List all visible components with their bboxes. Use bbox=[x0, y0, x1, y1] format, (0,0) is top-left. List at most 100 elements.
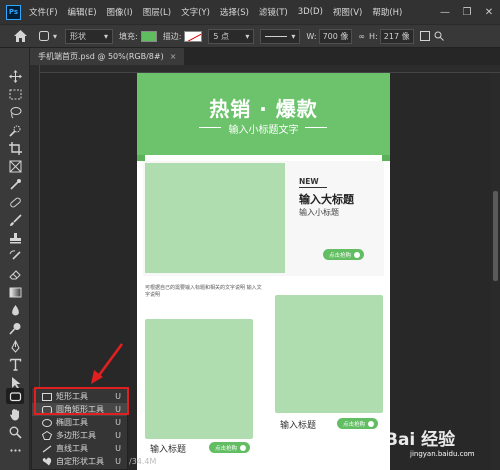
frame-tool-icon[interactable] bbox=[6, 158, 24, 174]
move-tool-icon[interactable] bbox=[6, 68, 24, 84]
shortcut-key: U bbox=[115, 431, 121, 440]
line-icon bbox=[42, 445, 52, 453]
document-tab[interactable]: 手机端首页.psd @ 50%(RGB/8#) × bbox=[30, 48, 185, 65]
dodge-tool-icon[interactable] bbox=[6, 320, 24, 336]
rectangle-tool-icon[interactable] bbox=[6, 388, 24, 404]
width-control[interactable]: W: 700 像 bbox=[306, 28, 353, 44]
minimize-icon[interactable]: — bbox=[434, 0, 456, 24]
more-tools-icon[interactable] bbox=[6, 442, 24, 458]
shape-mode-select[interactable]: 形状 ▾ bbox=[65, 28, 114, 44]
height-label: H: bbox=[369, 31, 378, 41]
menu-filter[interactable]: 滤镜(T) bbox=[259, 6, 288, 18]
fill-control[interactable]: 填充: bbox=[119, 30, 157, 42]
product-image-2 bbox=[275, 295, 383, 413]
tools-panel bbox=[0, 48, 30, 470]
flyout-line-tool[interactable]: 直线工具 U bbox=[32, 442, 127, 455]
menu-select[interactable]: 选择(S) bbox=[220, 6, 249, 18]
menu-view[interactable]: 视图(V) bbox=[333, 6, 362, 18]
feature-card: NEW 输入大标题 输入小标题 点击抢购 bbox=[143, 161, 384, 276]
stroke-size-value: 5 点 bbox=[213, 31, 230, 41]
clone-stamp-tool-icon[interactable] bbox=[6, 230, 24, 246]
ellipse-icon bbox=[42, 418, 52, 427]
gradient-tool-icon[interactable] bbox=[6, 284, 24, 300]
shortcut-key: U bbox=[115, 418, 121, 427]
product-title-2: 输入标题 bbox=[280, 421, 317, 431]
fill-swatch[interactable] bbox=[140, 30, 157, 42]
document-tab-bar: 手机端首页.psd @ 50%(RGB/8#) × bbox=[30, 48, 500, 65]
height-control[interactable]: H: 217 像 bbox=[369, 28, 414, 44]
shortcut-key: U bbox=[115, 457, 121, 466]
document-canvas[interactable]: 热销 · 爆款 输入小标题文字 NEW 输入大标题 输入小标题 点击抢购 可根据… bbox=[137, 73, 390, 470]
flyout-label: 椭圆工具 bbox=[56, 418, 88, 427]
zoom-tool-icon[interactable] bbox=[6, 424, 24, 440]
search-icon[interactable] bbox=[434, 31, 444, 41]
horizontal-ruler[interactable] bbox=[40, 65, 500, 73]
close-tab-icon[interactable]: × bbox=[170, 52, 177, 61]
menu-edit[interactable]: 编辑(E) bbox=[68, 6, 97, 18]
menu-image[interactable]: 图像(I) bbox=[107, 6, 133, 18]
lasso-tool-icon[interactable] bbox=[6, 104, 24, 120]
healing-brush-tool-icon[interactable] bbox=[6, 194, 24, 210]
quick-selection-tool-icon[interactable] bbox=[6, 122, 24, 138]
description-text: 可根据自己的需要输入标题和相关的文字说明 输入文字说明 bbox=[145, 285, 262, 298]
menu-help[interactable]: 帮助(H) bbox=[372, 6, 402, 18]
tool-preset-picker[interactable]: ▾ bbox=[39, 30, 57, 42]
history-brush-tool-icon[interactable] bbox=[6, 248, 24, 264]
width-input[interactable]: 700 像 bbox=[318, 28, 353, 44]
menu-bar: Ps 文件(F) 编辑(E) 图像(I) 图层(L) 文字(Y) 选择(S) 滤… bbox=[0, 0, 500, 24]
feature-cta-button: 点击抢购 bbox=[323, 249, 365, 260]
width-label: W: bbox=[306, 31, 317, 41]
blur-tool-icon[interactable] bbox=[6, 302, 24, 318]
feature-cta-label: 点击抢购 bbox=[329, 252, 352, 259]
brush-tool-icon[interactable] bbox=[6, 212, 24, 228]
scrollbar-thumb[interactable] bbox=[493, 191, 498, 281]
menu-layer[interactable]: 图层(L) bbox=[143, 6, 171, 18]
document-tab-title: 手机端首页.psd @ 50%(RGB/8#) bbox=[38, 52, 164, 61]
vertical-scrollbar[interactable] bbox=[491, 73, 500, 470]
path-ops-icon[interactable] bbox=[419, 31, 430, 41]
feature-title: 输入大标题 bbox=[299, 193, 354, 206]
stroke-swatch[interactable] bbox=[184, 30, 203, 42]
stroke-control[interactable]: 描边: bbox=[163, 30, 203, 42]
eraser-tool-icon[interactable] bbox=[6, 266, 24, 282]
annotation-arrow-icon bbox=[91, 343, 124, 384]
banner-divider-right bbox=[305, 127, 327, 128]
menu-type[interactable]: 文字(Y) bbox=[181, 6, 210, 18]
height-input[interactable]: 217 像 bbox=[379, 28, 414, 44]
restore-icon[interactable]: ❐ bbox=[456, 0, 478, 24]
product-cta-label-1: 点击抢购 bbox=[215, 445, 238, 452]
product-cta-button-1: 点击抢购 bbox=[209, 442, 251, 453]
fill-label: 填充: bbox=[119, 31, 138, 41]
cta-arrow-icon bbox=[354, 251, 361, 258]
type-tool-icon[interactable] bbox=[6, 356, 24, 372]
home-icon[interactable] bbox=[14, 30, 27, 42]
flyout-custom-shape-tool[interactable]: 自定形状工具 U bbox=[32, 455, 127, 468]
eyedropper-tool-icon[interactable] bbox=[6, 176, 24, 192]
window-controls: — ❐ ✕ bbox=[434, 0, 500, 24]
product-cta-button-2: 点击抢购 bbox=[337, 418, 379, 429]
link-icon[interactable]: ∞ bbox=[358, 32, 365, 41]
baidu-watermark: Bai 经验 bbox=[385, 430, 456, 450]
flyout-label: 多边形工具 bbox=[56, 431, 96, 440]
photoshop-logo: Ps bbox=[6, 4, 21, 20]
flyout-polygon-tool[interactable]: 多边形工具 U bbox=[32, 429, 127, 442]
product-cta-label-2: 点击抢购 bbox=[343, 421, 366, 428]
custom-shape-icon bbox=[42, 457, 52, 466]
product-image-1 bbox=[145, 319, 253, 439]
menu-file[interactable]: 文件(F) bbox=[29, 6, 58, 18]
cta-arrow-icon bbox=[368, 420, 375, 427]
flyout-ellipse-tool[interactable]: 椭圆工具 U bbox=[32, 416, 127, 429]
feature-subtitle: 输入小标题 bbox=[299, 208, 339, 217]
stroke-size-select[interactable]: 5 点 ▾ bbox=[208, 28, 255, 44]
crop-tool-icon[interactable] bbox=[6, 140, 24, 156]
shortcut-key: U bbox=[115, 444, 121, 453]
banner-title: 热销 · 爆款 bbox=[209, 97, 318, 121]
watermark-url: jingyan.baidu.com bbox=[410, 450, 475, 458]
pen-tool-icon[interactable] bbox=[6, 338, 24, 354]
flyout-label: 直线工具 bbox=[56, 444, 88, 453]
hand-tool-icon[interactable] bbox=[6, 406, 24, 422]
stroke-type-select[interactable]: ▾ bbox=[260, 28, 301, 44]
close-window-icon[interactable]: ✕ bbox=[478, 0, 500, 24]
marquee-tool-icon[interactable] bbox=[6, 86, 24, 102]
menu-3d[interactable]: 3D(D) bbox=[298, 7, 323, 17]
